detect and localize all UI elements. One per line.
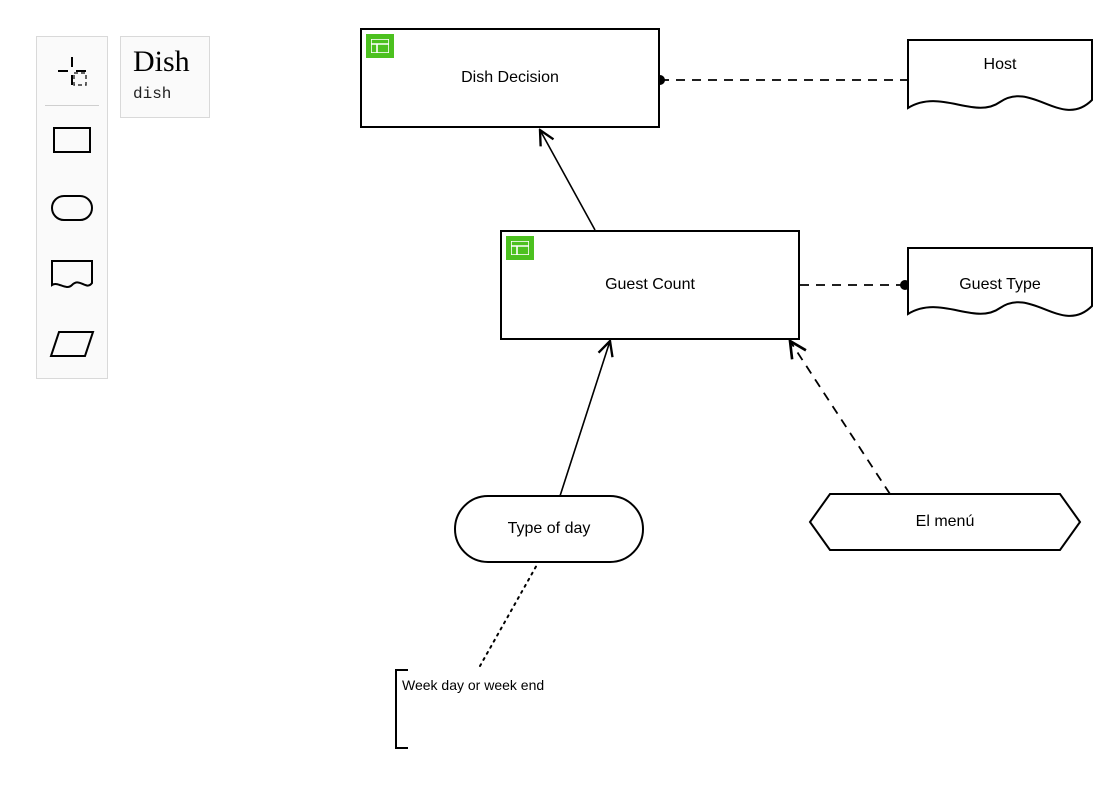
connector-annotation-typeofday[interactable]: [480, 563, 538, 666]
node-type-of-day[interactable]: Type of day: [454, 495, 644, 563]
tool-parallelogram[interactable]: [37, 310, 107, 378]
node-host-shape[interactable]: [908, 40, 1092, 110]
node-type-of-day-label: Type of day: [508, 520, 591, 538]
tool-rectangle[interactable]: [37, 106, 107, 174]
connector-typeofday-guestcount[interactable]: [560, 341, 610, 496]
connector-elmenu-guestcount[interactable]: [790, 341, 890, 494]
node-guesttype-shape[interactable]: [908, 248, 1092, 316]
tool-lasso[interactable]: [37, 37, 107, 105]
node-guest-count[interactable]: Guest Count: [500, 230, 800, 340]
dish-card[interactable]: Dish dish: [120, 36, 210, 118]
decision-table-icon: [506, 236, 534, 260]
shape-palette: [36, 36, 108, 379]
node-dish-decision-label: Dish Decision: [461, 69, 559, 87]
tool-rounded[interactable]: [37, 174, 107, 242]
tool-document[interactable]: [37, 242, 107, 310]
annotation-text[interactable]: Week day or week end: [402, 676, 544, 695]
dish-card-title: Dish: [133, 47, 197, 77]
dish-card-subtitle: dish: [133, 85, 197, 103]
connector-guestcount-dishdecision[interactable]: [540, 130, 595, 230]
node-dish-decision[interactable]: Dish Decision: [360, 28, 660, 128]
node-guest-count-label: Guest Count: [605, 276, 695, 294]
decision-table-icon: [366, 34, 394, 58]
node-elmenu-shape[interactable]: [810, 494, 1080, 550]
